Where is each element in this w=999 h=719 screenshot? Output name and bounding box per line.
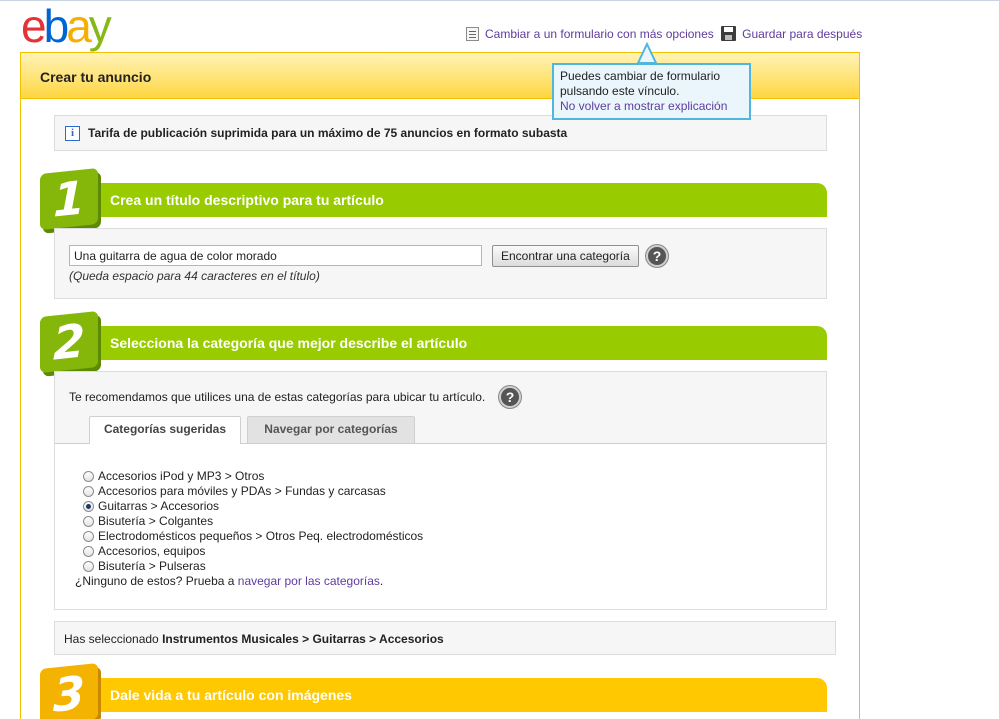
radio-button[interactable] <box>83 531 94 542</box>
panel-title: Crear tu anuncio <box>40 69 152 85</box>
category-option[interactable]: Accesorios para móviles y PDAs > Fundas … <box>83 484 423 499</box>
radio-button-selected[interactable] <box>83 501 94 512</box>
help-icon[interactable]: ? <box>646 245 668 267</box>
ebay-logo[interactable]: ebay <box>21 0 112 52</box>
category-label: Accesorios para móviles y PDAs > Fundas … <box>98 484 386 498</box>
save-for-later-link[interactable]: Guardar para después <box>742 27 862 41</box>
help-icon[interactable]: ? <box>499 386 521 408</box>
category-option[interactable]: Bisutería > Colgantes <box>83 514 423 529</box>
category-option[interactable]: Bisutería > Pulseras <box>83 559 423 574</box>
selected-prefix: Has seleccionado <box>64 632 163 646</box>
step-1-title: Crea un título descriptivo para tu artíc… <box>110 192 384 208</box>
selected-category-box: Has seleccionado Instrumentos Musicales … <box>54 621 836 655</box>
step-2-number: 2 <box>40 310 98 374</box>
step-1-header: 1 Crea un título descriptivo para tu art… <box>40 167 827 231</box>
step-1-number: 1 <box>40 167 98 231</box>
browse-categories-link[interactable]: navegar por las categorías <box>238 574 380 588</box>
radio-button[interactable] <box>83 516 94 527</box>
logo-letter-y: y <box>88 0 112 52</box>
category-option[interactable]: Electrodomésticos pequeños > Otros Peq. … <box>83 529 423 544</box>
step-3-title: Dale vida a tu artículo con imágenes <box>110 687 352 703</box>
dont-show-again-link[interactable]: No volver a mostrar explicación <box>560 99 727 113</box>
step-3-header: 3 Dale vida a tu artículo con imágenes <box>40 662 827 719</box>
switch-form-group: Cambiar a un formulario con más opciones <box>466 27 714 41</box>
form-icon <box>466 27 479 41</box>
logo-letter-b: b <box>43 0 70 52</box>
logo-letter-a: a <box>66 0 92 52</box>
step-1-section: Encontrar una categoría ? (Queda espacio… <box>54 228 827 299</box>
category-option[interactable]: Guitarras > Accesorios <box>83 499 423 514</box>
radio-button[interactable] <box>83 486 94 497</box>
selected-category: Has seleccionado Instrumentos Musicales … <box>64 632 444 646</box>
tooltip-arrow <box>637 42 657 64</box>
category-label: Bisutería > Pulseras <box>98 559 206 573</box>
none-of-these-line: ¿Ninguno de estos? Prueba a navegar por … <box>75 574 423 589</box>
category-label: Accesorios iPod y MP3 > Otros <box>98 469 265 483</box>
category-label: Bisutería > Colgantes <box>98 514 214 528</box>
none-of-these-suffix: . <box>379 574 384 588</box>
category-option[interactable]: Accesorios iPod y MP3 > Otros <box>83 469 423 484</box>
tooltip-text-line1: Puedes cambiar de formulario <box>560 69 721 83</box>
category-list: Accesorios iPod y MP3 > Otros Accesorios… <box>75 469 423 589</box>
logo-letter-e: e <box>21 0 47 52</box>
floppy-disk-icon <box>721 26 737 41</box>
save-later-group: Guardar para después <box>721 26 862 41</box>
category-option[interactable]: Accesorios, equipos <box>83 544 423 559</box>
tooltip-text-line2: pulsando este vínculo. <box>560 84 680 98</box>
info-icon: i <box>65 126 80 141</box>
fee-info-box: i Tarifa de publicación suprimida para u… <box>54 115 827 151</box>
step-2-title: Selecciona la categoría que mejor descri… <box>110 335 468 351</box>
find-category-button[interactable]: Encontrar una categoría <box>492 245 639 267</box>
top-divider <box>0 0 999 1</box>
category-label: Guitarras > Accesorios <box>98 499 220 513</box>
item-title-input[interactable] <box>69 245 482 266</box>
tab-browse-categories[interactable]: Navegar por categorías <box>247 416 415 443</box>
category-label: Electrodomésticos pequeños > Otros Peq. … <box>98 529 424 543</box>
category-label: Accesorios, equipos <box>98 544 206 558</box>
tab-suggested-categories[interactable]: Categorías sugeridas <box>89 416 241 444</box>
radio-button[interactable] <box>83 471 94 482</box>
selected-category-path: Instrumentos Musicales > Guitarras > Acc… <box>162 632 444 646</box>
step-2-section: Te recomendamos que utilices una de esta… <box>54 371 827 610</box>
recommend-text: Te recomendamos que utilices una de esta… <box>69 390 486 404</box>
switch-form-tooltip: Puedes cambiar de formulario pulsando es… <box>552 63 751 120</box>
radio-button[interactable] <box>83 546 94 557</box>
suggested-categories-panel: Accesorios iPod y MP3 > Otros Accesorios… <box>55 443 826 609</box>
fee-info-text: Tarifa de publicación suprimida para un … <box>88 126 568 140</box>
top-links: Cambiar a un formulario con más opciones… <box>466 26 862 44</box>
step-2-header: 2 Selecciona la categoría que mejor desc… <box>40 310 827 374</box>
switch-form-link[interactable]: Cambiar a un formulario con más opciones <box>485 27 714 41</box>
none-of-these-text: ¿Ninguno de estos? Prueba a <box>75 574 238 588</box>
radio-button[interactable] <box>83 561 94 572</box>
title-char-hint: (Queda espacio para 44 caracteres en el … <box>69 269 320 283</box>
step-3-number: 3 <box>40 662 98 719</box>
